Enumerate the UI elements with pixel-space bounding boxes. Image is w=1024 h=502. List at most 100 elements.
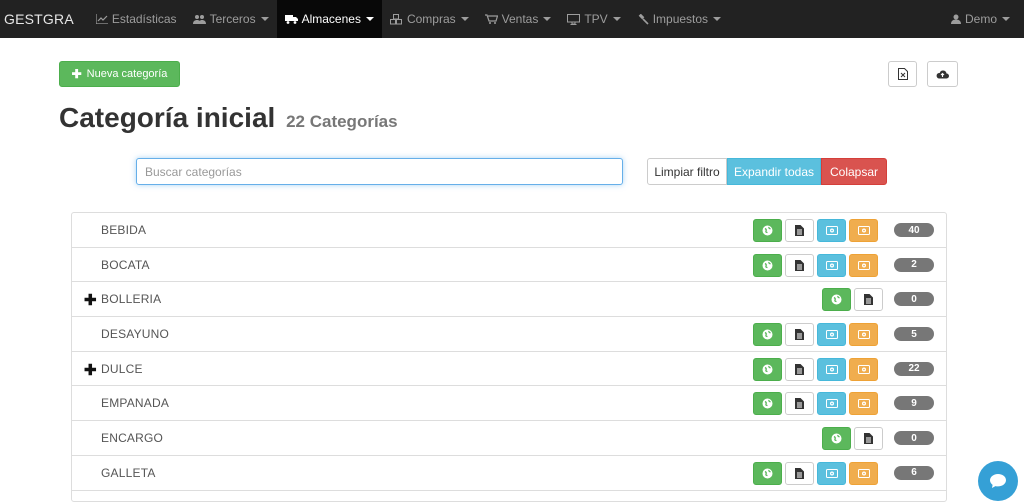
file-icon bbox=[795, 467, 804, 479]
money-icon bbox=[825, 399, 838, 409]
product-count-badge: 0 bbox=[894, 292, 934, 307]
nav-tpv[interactable]: TPV bbox=[559, 0, 628, 38]
category-details-button[interactable] bbox=[785, 253, 814, 277]
product-count-badge: 40 bbox=[894, 223, 934, 237]
nav-impuestos[interactable]: Impuestos bbox=[629, 0, 729, 38]
category-price-button[interactable] bbox=[817, 461, 846, 485]
nav-label: Compras bbox=[406, 12, 456, 26]
category-web-button[interactable] bbox=[753, 253, 782, 277]
category-cost-button[interactable] bbox=[849, 323, 878, 347]
category-price-button[interactable] bbox=[817, 357, 846, 381]
product-count-badge: 5 bbox=[894, 327, 934, 342]
category-row: GALLETA 6 bbox=[72, 456, 946, 491]
category-name[interactable]: ENCARGO bbox=[101, 431, 163, 445]
category-name[interactable]: GALLETA bbox=[101, 466, 156, 480]
new-category-button[interactable]: ✚ Nueva categoría bbox=[59, 61, 180, 87]
globe-icon bbox=[831, 294, 842, 305]
upload-button[interactable] bbox=[927, 61, 958, 87]
category-details-button[interactable] bbox=[785, 392, 814, 416]
nav-almacenes[interactable]: Almacenes bbox=[276, 0, 382, 38]
category-price-button[interactable] bbox=[817, 219, 846, 242]
desktop-icon bbox=[567, 13, 581, 25]
globe-icon bbox=[762, 364, 773, 375]
chevron-down-icon bbox=[1002, 17, 1010, 21]
collapse-button[interactable]: Colapsar bbox=[821, 158, 887, 185]
nav-user-menu[interactable]: Demo bbox=[943, 0, 1024, 38]
money-icon bbox=[857, 364, 870, 374]
product-count-badge: 9 bbox=[894, 396, 934, 411]
product-count-badge: 22 bbox=[894, 361, 934, 376]
globe-icon bbox=[831, 433, 842, 444]
category-web-button[interactable] bbox=[822, 427, 851, 451]
cloud-upload-icon bbox=[936, 70, 949, 79]
file-icon bbox=[864, 294, 873, 306]
money-icon bbox=[825, 364, 838, 374]
line-chart-icon bbox=[95, 14, 108, 24]
category-details-button[interactable] bbox=[854, 427, 883, 451]
nav-ventas[interactable]: Ventas bbox=[477, 0, 560, 38]
category-details-button[interactable] bbox=[785, 323, 814, 347]
file-icon bbox=[864, 433, 873, 445]
category-name[interactable]: BOLLERIA bbox=[101, 292, 161, 306]
file-icon bbox=[795, 259, 804, 271]
chat-bubble-icon bbox=[990, 474, 1006, 488]
money-icon bbox=[857, 260, 870, 270]
expand-all-button[interactable]: Expandir todas bbox=[727, 158, 821, 185]
category-cost-button[interactable] bbox=[849, 461, 878, 485]
category-web-button[interactable] bbox=[822, 288, 851, 312]
top-navbar: GESTGRA Estadísticas Terceros Almacenes … bbox=[0, 0, 1024, 38]
search-input[interactable] bbox=[136, 158, 623, 185]
expand-plus-icon[interactable]: ✚ bbox=[84, 291, 97, 309]
category-web-button[interactable] bbox=[753, 219, 782, 242]
globe-icon bbox=[762, 260, 773, 271]
category-web-button[interactable] bbox=[753, 461, 782, 485]
cubes-icon bbox=[389, 13, 402, 24]
product-count-badge: 2 bbox=[894, 257, 934, 272]
category-row: ✚ BOLLERIA 0 bbox=[72, 282, 946, 318]
money-icon bbox=[857, 468, 870, 478]
brand-link[interactable]: GESTGRA bbox=[0, 0, 88, 38]
category-web-button[interactable] bbox=[753, 323, 782, 347]
truck-icon bbox=[284, 15, 298, 24]
globe-icon bbox=[762, 468, 773, 479]
category-cost-button[interactable] bbox=[849, 392, 878, 416]
category-name[interactable]: BOCATA bbox=[101, 258, 150, 272]
category-details-button[interactable] bbox=[785, 219, 814, 242]
chevron-down-icon bbox=[460, 17, 469, 21]
category-name[interactable]: BEBIDA bbox=[101, 223, 146, 237]
money-icon bbox=[857, 226, 870, 235]
expand-plus-icon[interactable]: ✚ bbox=[84, 361, 97, 379]
category-count: 22 Categorías bbox=[286, 112, 398, 131]
category-name[interactable]: DESAYUNO bbox=[101, 327, 169, 341]
category-row: ENCARGO 0 bbox=[72, 421, 946, 456]
category-name[interactable]: DULCE bbox=[101, 362, 143, 376]
nav-compras[interactable]: Compras bbox=[382, 0, 477, 38]
category-price-button[interactable] bbox=[817, 253, 846, 277]
nav-estadisticas[interactable]: Estadísticas bbox=[88, 0, 185, 38]
file-icon bbox=[795, 329, 804, 341]
nav-label: Terceros bbox=[209, 12, 256, 26]
gavel-icon bbox=[638, 13, 649, 25]
category-details-button[interactable] bbox=[854, 288, 883, 312]
chat-widget-button[interactable] bbox=[978, 461, 1018, 501]
category-price-button[interactable] bbox=[817, 323, 846, 347]
category-cost-button[interactable] bbox=[849, 219, 878, 242]
category-name[interactable]: EMPANADA bbox=[101, 396, 169, 410]
category-details-button[interactable] bbox=[785, 357, 814, 381]
category-web-button[interactable] bbox=[753, 357, 782, 381]
category-cost-button[interactable] bbox=[849, 253, 878, 277]
cart-icon bbox=[484, 14, 498, 24]
user-icon bbox=[950, 14, 961, 24]
category-web-button[interactable] bbox=[753, 392, 782, 416]
globe-icon bbox=[762, 398, 773, 409]
clear-filter-button[interactable]: Limpiar filtro bbox=[647, 158, 727, 185]
export-excel-button[interactable] bbox=[888, 61, 917, 87]
category-price-button[interactable] bbox=[817, 392, 846, 416]
category-details-button[interactable] bbox=[785, 461, 814, 485]
category-cost-button[interactable] bbox=[849, 357, 878, 381]
nav-terceros[interactable]: Terceros bbox=[185, 0, 277, 38]
chevron-down-icon bbox=[260, 17, 269, 21]
category-row: ✚ DULCE 22 bbox=[72, 352, 946, 387]
money-icon bbox=[825, 468, 838, 478]
money-icon bbox=[857, 399, 870, 409]
